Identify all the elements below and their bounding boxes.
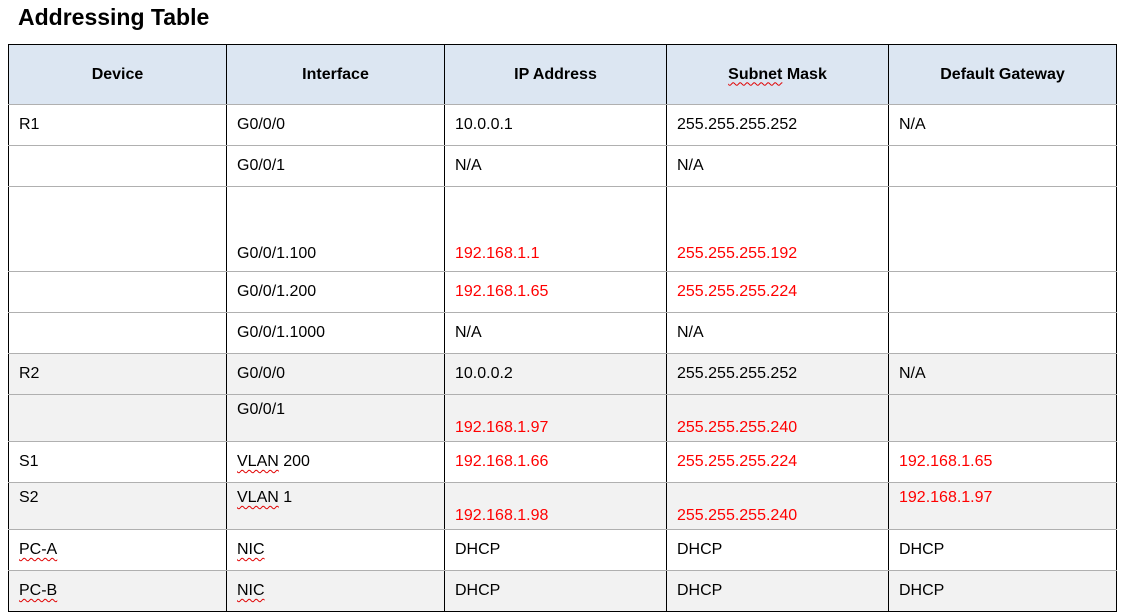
cell-mask: 255.255.255.192 xyxy=(666,186,889,272)
cell-device: PC-B xyxy=(8,570,227,612)
cell-ip: 192.168.1.97 xyxy=(444,394,667,442)
table-row: PC-A NIC DHCP DHCP DHCP xyxy=(8,529,1117,571)
cell-gateway: DHCP xyxy=(888,529,1117,571)
cell-interface: G0/0/1.100 xyxy=(226,186,445,272)
cell-ip: 10.0.0.2 xyxy=(444,353,667,395)
cell-interface: G0/0/1.200 xyxy=(226,271,445,313)
cell-ip: 192.168.1.1 xyxy=(444,186,667,272)
cell-gateway: N/A xyxy=(888,104,1117,146)
cell-device: PC-A xyxy=(8,529,227,571)
header-ip-address: IP Address xyxy=(444,44,667,105)
cell-mask: 255.255.255.224 xyxy=(666,441,889,483)
cell-interface: G0/0/0 xyxy=(226,353,445,395)
table-header-row: Device Interface IP Address Subnet Mask … xyxy=(8,44,1117,105)
cell-gateway: 192.168.1.65 xyxy=(888,441,1117,483)
table-row: S2 VLAN 1 192.168.1.98 255.255.255.240 1… xyxy=(8,482,1117,530)
page-title: Addressing Table xyxy=(18,4,210,30)
cell-gateway: DHCP xyxy=(888,570,1117,612)
cell-ip: 192.168.1.98 xyxy=(444,482,667,530)
cell-ip: DHCP xyxy=(444,529,667,571)
cell-mask: DHCP xyxy=(666,570,889,612)
table-row: G0/0/1 192.168.1.97 255.255.255.240 xyxy=(8,394,1117,442)
cell-interface: G0/0/1.1000 xyxy=(226,312,445,354)
cell-ip: 192.168.1.65 xyxy=(444,271,667,313)
header-device: Device xyxy=(8,44,227,105)
cell-device: R1 xyxy=(8,104,227,146)
cell-device xyxy=(8,312,227,354)
cell-device: S2 xyxy=(8,482,227,530)
vlan-word: VLAN xyxy=(237,453,279,470)
cell-interface: VLAN 1 xyxy=(226,482,445,530)
cell-device xyxy=(8,145,227,187)
cell-interface: G0/0/1 xyxy=(226,145,445,187)
device-name: PC-A xyxy=(19,541,58,558)
cell-ip: 192.168.1.66 xyxy=(444,441,667,483)
cell-mask: 255.255.255.252 xyxy=(666,353,889,395)
table-row: G0/0/1.100 192.168.1.1 255.255.255.192 xyxy=(8,186,1117,272)
cell-gateway xyxy=(888,186,1117,272)
cell-mask: DHCP xyxy=(666,529,889,571)
cell-interface: NIC xyxy=(226,570,445,612)
cell-interface: NIC xyxy=(226,529,445,571)
cell-mask: 255.255.255.240 xyxy=(666,482,889,530)
table-row: S1 VLAN 200 192.168.1.66 255.255.255.224… xyxy=(8,441,1117,483)
cell-interface: VLAN 200 xyxy=(226,441,445,483)
cell-mask: 255.255.255.240 xyxy=(666,394,889,442)
cell-ip: N/A xyxy=(444,145,667,187)
cell-gateway: 192.168.1.97 xyxy=(888,482,1117,530)
cell-gateway xyxy=(888,145,1117,187)
device-name: PC-B xyxy=(19,582,58,599)
table-row: PC-B NIC DHCP DHCP DHCP xyxy=(8,570,1117,612)
header-default-gateway: Default Gateway xyxy=(888,44,1117,105)
cell-interface: G0/0/1 xyxy=(226,394,445,442)
table-row: G0/0/1 N/A N/A xyxy=(8,145,1117,187)
vlan-word: VLAN xyxy=(237,489,279,506)
cell-ip: DHCP xyxy=(444,570,667,612)
cell-device xyxy=(8,186,227,272)
table-row: R1 G0/0/0 10.0.0.1 255.255.255.252 N/A xyxy=(8,104,1117,146)
cell-gateway xyxy=(888,394,1117,442)
cell-gateway: N/A xyxy=(888,353,1117,395)
cell-device: S1 xyxy=(8,441,227,483)
header-subnet-mask: Subnet Mask xyxy=(666,44,889,105)
cell-ip: N/A xyxy=(444,312,667,354)
cell-gateway xyxy=(888,312,1117,354)
cell-mask: N/A xyxy=(666,312,889,354)
header-interface: Interface xyxy=(226,44,445,105)
cell-mask: 255.255.255.224 xyxy=(666,271,889,313)
cell-device xyxy=(8,394,227,442)
table-row: G0/0/1.1000 N/A N/A xyxy=(8,312,1117,354)
header-subnet-word: Subnet xyxy=(728,65,783,83)
cell-mask: N/A xyxy=(666,145,889,187)
cell-mask: 255.255.255.252 xyxy=(666,104,889,146)
interface-name: NIC xyxy=(237,582,265,599)
addressing-table: Device Interface IP Address Subnet Mask … xyxy=(8,44,1117,612)
table-row: G0/0/1.200 192.168.1.65 255.255.255.224 xyxy=(8,271,1117,313)
cell-ip: 10.0.0.1 xyxy=(444,104,667,146)
table-row: R2 G0/0/0 10.0.0.2 255.255.255.252 N/A xyxy=(8,353,1117,395)
cell-device xyxy=(8,271,227,313)
cell-gateway xyxy=(888,271,1117,313)
cell-device: R2 xyxy=(8,353,227,395)
cell-interface: G0/0/0 xyxy=(226,104,445,146)
interface-name: NIC xyxy=(237,541,265,558)
